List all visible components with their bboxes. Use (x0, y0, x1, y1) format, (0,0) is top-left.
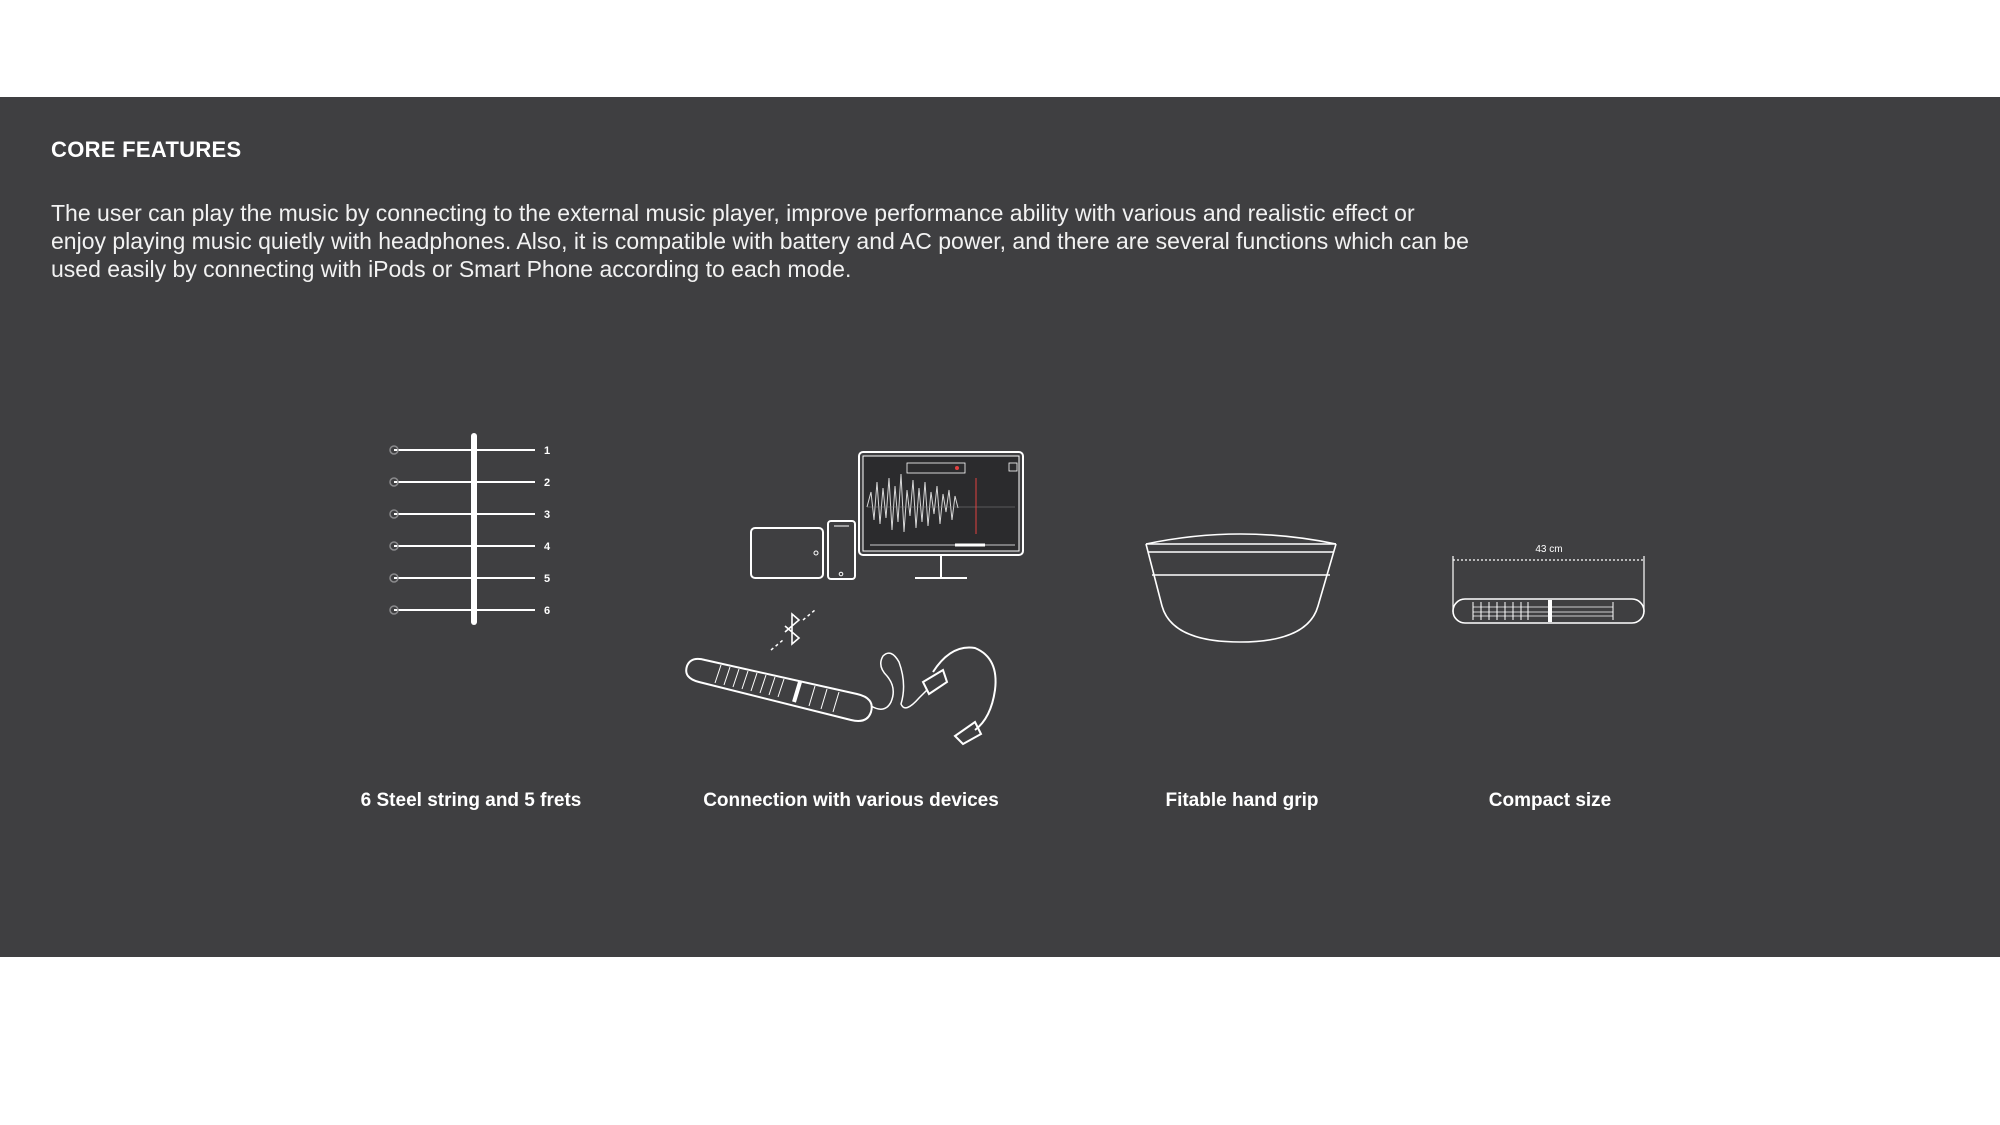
section-description: The user can play the music by connectin… (51, 200, 1469, 282)
string-number: 6 (544, 605, 550, 617)
hand-grip-icon (1145, 533, 1337, 643)
strings-frets-icon: 1 2 3 4 5 6 (389, 433, 551, 625)
guitar-icon (685, 657, 873, 722)
string-number: 2 (544, 477, 550, 489)
core-features-panel: CORE FEATURES The user can play the musi… (0, 97, 2000, 957)
section-title: CORE FEATURES (51, 137, 242, 162)
tablet-icon (750, 527, 824, 579)
phone-icon (827, 520, 856, 580)
device-connection-icon (685, 451, 1024, 746)
string-number: 4 (544, 541, 551, 553)
feature-caption: Connection with various devices (703, 790, 999, 811)
compact-size-icon: 43 cm (1452, 544, 1645, 624)
dimension-label: 43 cm (1535, 544, 1562, 555)
string-number: 3 (544, 509, 550, 521)
feature-caption: 6 Steel string and 5 frets (360, 790, 582, 811)
string-number: 5 (544, 573, 550, 585)
headphones-icon (932, 646, 997, 731)
feature-caption: Compact size (1488, 790, 1612, 811)
string-number: 1 (544, 445, 550, 457)
bluetooth-icon (784, 612, 801, 646)
